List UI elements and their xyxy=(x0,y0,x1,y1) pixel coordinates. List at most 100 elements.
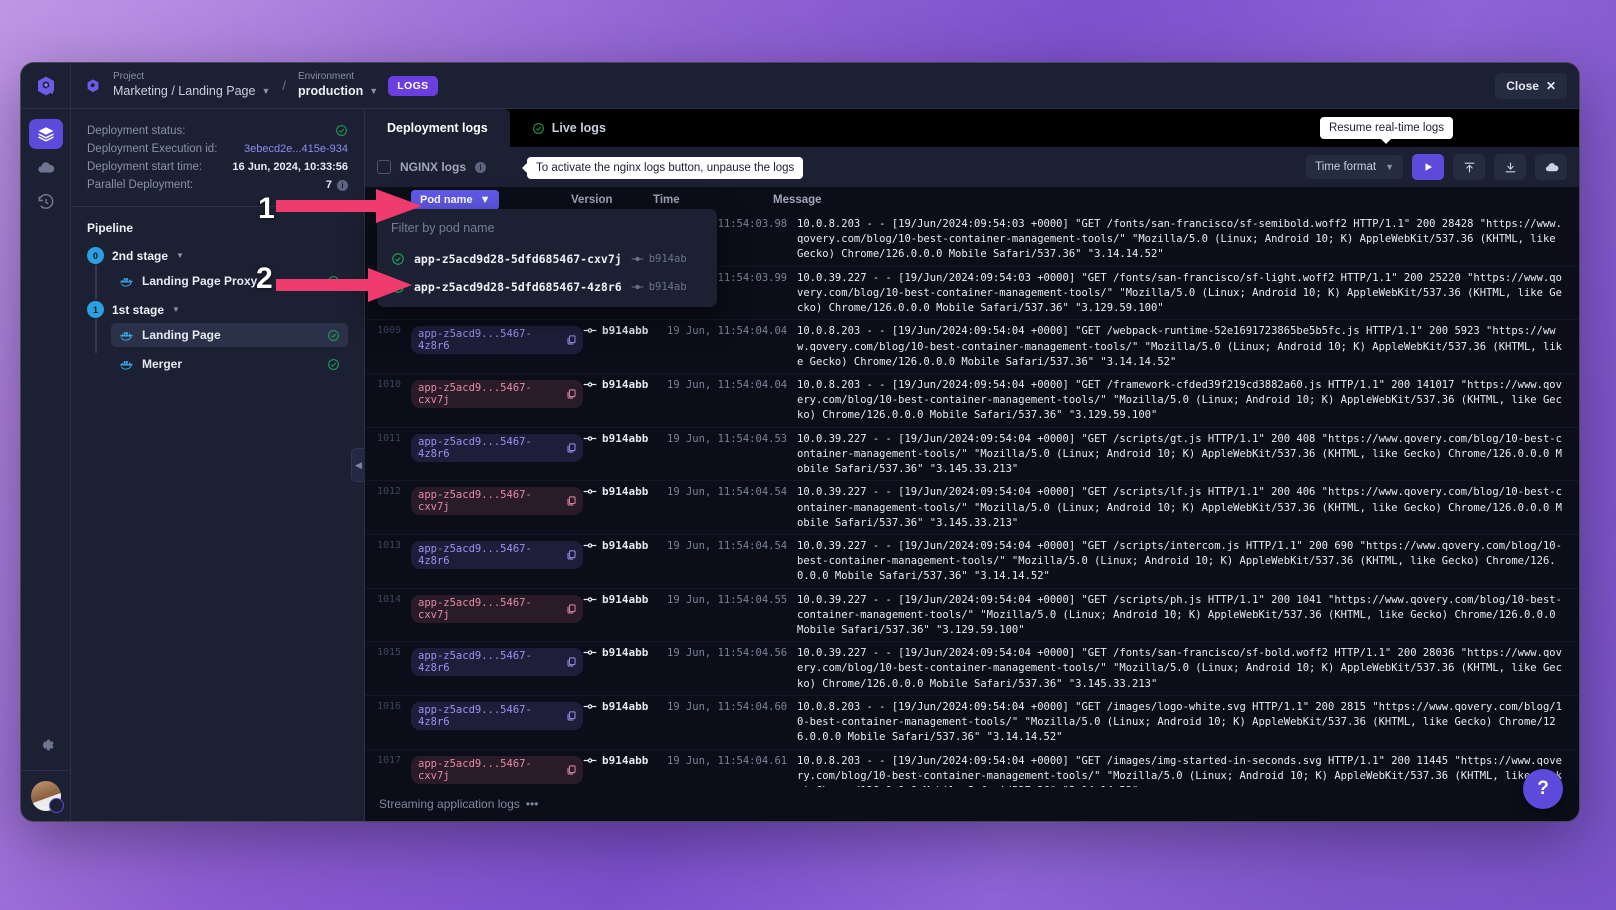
breadcrumb-separator: / xyxy=(282,78,286,93)
chevron-down-icon-project[interactable]: ▼ xyxy=(261,86,270,97)
log-row-index: 1011 xyxy=(377,431,411,444)
environment-value[interactable]: production xyxy=(298,84,363,100)
chevron-down-icon-environment[interactable]: ▼ xyxy=(369,86,378,97)
pod-dropdown-item[interactable]: app-z5acd9d28-5dfd685467-4z8r6 b914ab xyxy=(377,273,717,301)
info-icon[interactable]: i xyxy=(337,180,348,191)
copy-icon[interactable] xyxy=(567,389,576,399)
log-row-message: 10.0.8.203 - - [19/Jun/2024:09:54:03 +00… xyxy=(797,216,1567,263)
annotation-number-1: 1 xyxy=(258,192,275,226)
cloud-button[interactable] xyxy=(1535,154,1567,180)
log-row-version-text: b914abb xyxy=(602,754,648,767)
pod-name-chip[interactable]: app-z5acd9...5467-4z8r6 xyxy=(411,326,583,354)
nginx-info-icon[interactable]: i xyxy=(475,162,486,173)
copy-icon[interactable] xyxy=(567,550,576,560)
pod-status-check-icon xyxy=(391,280,405,294)
log-row-message: 10.0.8.203 - - [19/Jun/2024:09:54:04 +00… xyxy=(797,323,1567,370)
column-header-version: Version xyxy=(571,194,613,206)
table-row[interactable]: 1009app-z5acd9...5467-4z8r6b914abb19 Jun… xyxy=(365,320,1579,374)
deployment-execution-id-value[interactable]: 3ebecd2e...415e-934 xyxy=(244,143,348,155)
pod-filter-placeholder[interactable]: Filter by pod name xyxy=(377,217,717,245)
scroll-top-button[interactable] xyxy=(1453,154,1485,180)
pod-dropdown-item-version: b914ab xyxy=(631,281,687,293)
deployment-execution-id-row: Deployment Execution id: 3ebecd2e...415e… xyxy=(87,140,348,158)
environment-label: Environment xyxy=(298,71,378,84)
download-button[interactable] xyxy=(1494,154,1526,180)
collapse-panel-button[interactable]: ◀ xyxy=(351,448,365,482)
log-row-version: b914abb xyxy=(583,484,667,498)
cloud-icon xyxy=(1544,160,1559,175)
version-tag-icon xyxy=(631,255,644,263)
logs-badge[interactable]: LOGS xyxy=(388,76,437,96)
pipeline-stage-row[interactable]: 0 2nd stage ▼ xyxy=(87,247,348,264)
log-row-pod: app-z5acd9...5467-4z8r6 xyxy=(411,323,583,354)
log-row-version-text: b914abb xyxy=(602,539,648,552)
copy-icon[interactable] xyxy=(567,711,576,721)
question-mark-icon: ? xyxy=(1537,778,1549,800)
nginx-logs-checkbox[interactable] xyxy=(377,160,391,174)
copy-icon[interactable] xyxy=(567,657,576,667)
time-format-select[interactable]: Time format ▼ xyxy=(1306,155,1403,179)
log-row-version: b914abb xyxy=(583,431,667,445)
pod-name-chip[interactable]: app-z5acd9...5467-cxv7j xyxy=(411,380,583,408)
copy-icon[interactable] xyxy=(567,496,576,506)
log-row-time: 19 Jun, 11:54:04.56 xyxy=(667,645,797,659)
copy-icon[interactable] xyxy=(567,765,576,775)
table-row[interactable]: 1014app-z5acd9...5467-cxv7jb914abb19 Jun… xyxy=(365,589,1579,643)
pod-name-chip[interactable]: app-z5acd9...5467-cxv7j xyxy=(411,756,583,784)
copy-icon[interactable] xyxy=(567,604,576,614)
close-button[interactable]: Close ✕ xyxy=(1495,73,1567,99)
nginx-tooltip: To activate the nginx logs button, unpau… xyxy=(527,157,803,179)
version-tag-icon xyxy=(583,595,597,604)
table-row[interactable]: 1012app-z5acd9...5467-cxv7jb914abb19 Jun… xyxy=(365,481,1579,535)
resume-button[interactable] xyxy=(1412,154,1444,180)
service-status-check-icon xyxy=(327,329,340,342)
tab-deployment-logs[interactable]: Deployment logs xyxy=(365,109,510,147)
chevron-down-icon-stage[interactable]: ▼ xyxy=(176,251,184,260)
deployment-start-time-value: 16 Jun, 2024, 10:33:56 xyxy=(232,161,348,173)
log-row-index: 1017 xyxy=(377,753,411,766)
log-row-pod: app-z5acd9...5467-4z8r6 xyxy=(411,431,583,462)
sidebar-item-clusters[interactable] xyxy=(29,153,63,183)
parallel-deployment-value: 7 xyxy=(326,179,332,191)
pipeline-service-row[interactable]: Landing Page Proxy xyxy=(111,269,348,293)
pod-name-chip[interactable]: app-z5acd9...5467-cxv7j xyxy=(411,595,583,623)
help-button[interactable]: ? xyxy=(1523,769,1563,809)
pipeline-service-row-selected[interactable]: Landing Page xyxy=(111,323,348,347)
qovery-logo-icon[interactable] xyxy=(21,63,70,109)
pod-name-chip[interactable]: app-z5acd9...5467-cxv7j xyxy=(411,487,583,515)
project-value[interactable]: Marketing / Landing Page xyxy=(113,84,255,100)
table-row[interactable]: 1015app-z5acd9...5467-4z8r6b914abb19 Jun… xyxy=(365,642,1579,696)
pod-name-dropdown[interactable]: Filter by pod name app-z5acd9d28-5dfd685… xyxy=(377,209,717,307)
table-row[interactable]: 1017app-z5acd9...5467-cxv7jb914abb19 Jun… xyxy=(365,750,1579,787)
pod-name-chip[interactable]: app-z5acd9...5467-4z8r6 xyxy=(411,648,583,676)
sidebar-item-environments[interactable] xyxy=(29,119,63,149)
table-row[interactable]: 1013app-z5acd9...5467-4z8r6b914abb19 Jun… xyxy=(365,535,1579,589)
pipeline-stage-row[interactable]: 1 1st stage ▼ xyxy=(87,301,348,318)
log-row-index: 1013 xyxy=(377,538,411,551)
log-row-index: 1010 xyxy=(377,377,411,390)
pod-name-filter-button[interactable]: Pod name ▼ xyxy=(411,190,499,210)
log-row-version: b914abb xyxy=(583,753,667,767)
pod-dropdown-item[interactable]: app-z5acd9d28-5dfd685467-cxv7j b914ab xyxy=(377,245,717,273)
table-row[interactable]: 1010app-z5acd9...5467-cxv7jb914abb19 Jun… xyxy=(365,374,1579,428)
copy-icon[interactable] xyxy=(567,335,576,345)
pod-name-chip[interactable]: app-z5acd9...5467-4z8r6 xyxy=(411,434,583,462)
table-row[interactable]: 1011app-z5acd9...5467-4z8r6b914abb19 Jun… xyxy=(365,428,1579,482)
pod-name-chip[interactable]: app-z5acd9...5467-4z8r6 xyxy=(411,541,583,569)
breadcrumb-project: Project Marketing / Landing Page ▼ xyxy=(113,71,270,99)
sidebar-item-settings[interactable] xyxy=(29,730,63,760)
stage-index-badge: 0 xyxy=(87,247,104,264)
tab-live-logs[interactable]: Live logs xyxy=(510,109,628,147)
pod-name-chip[interactable]: app-z5acd9...5467-4z8r6 xyxy=(411,702,583,730)
pipeline-service-row[interactable]: Merger xyxy=(111,352,348,376)
log-row-time: 19 Jun, 11:54:04.53 xyxy=(667,431,797,445)
sidebar-item-history[interactable] xyxy=(29,187,63,217)
body-split: Deployment status: Deployment Execution … xyxy=(71,109,1579,821)
streaming-status-bar: Streaming application logs ••• xyxy=(365,787,1579,821)
version-tag-icon xyxy=(583,326,597,335)
copy-icon[interactable] xyxy=(567,443,576,453)
left-panel: Deployment status: Deployment Execution … xyxy=(71,109,365,821)
avatar[interactable] xyxy=(31,781,61,811)
chevron-down-icon-stage[interactable]: ▼ xyxy=(172,305,180,314)
table-row[interactable]: 1016app-z5acd9...5467-4z8r6b914abb19 Jun… xyxy=(365,696,1579,750)
